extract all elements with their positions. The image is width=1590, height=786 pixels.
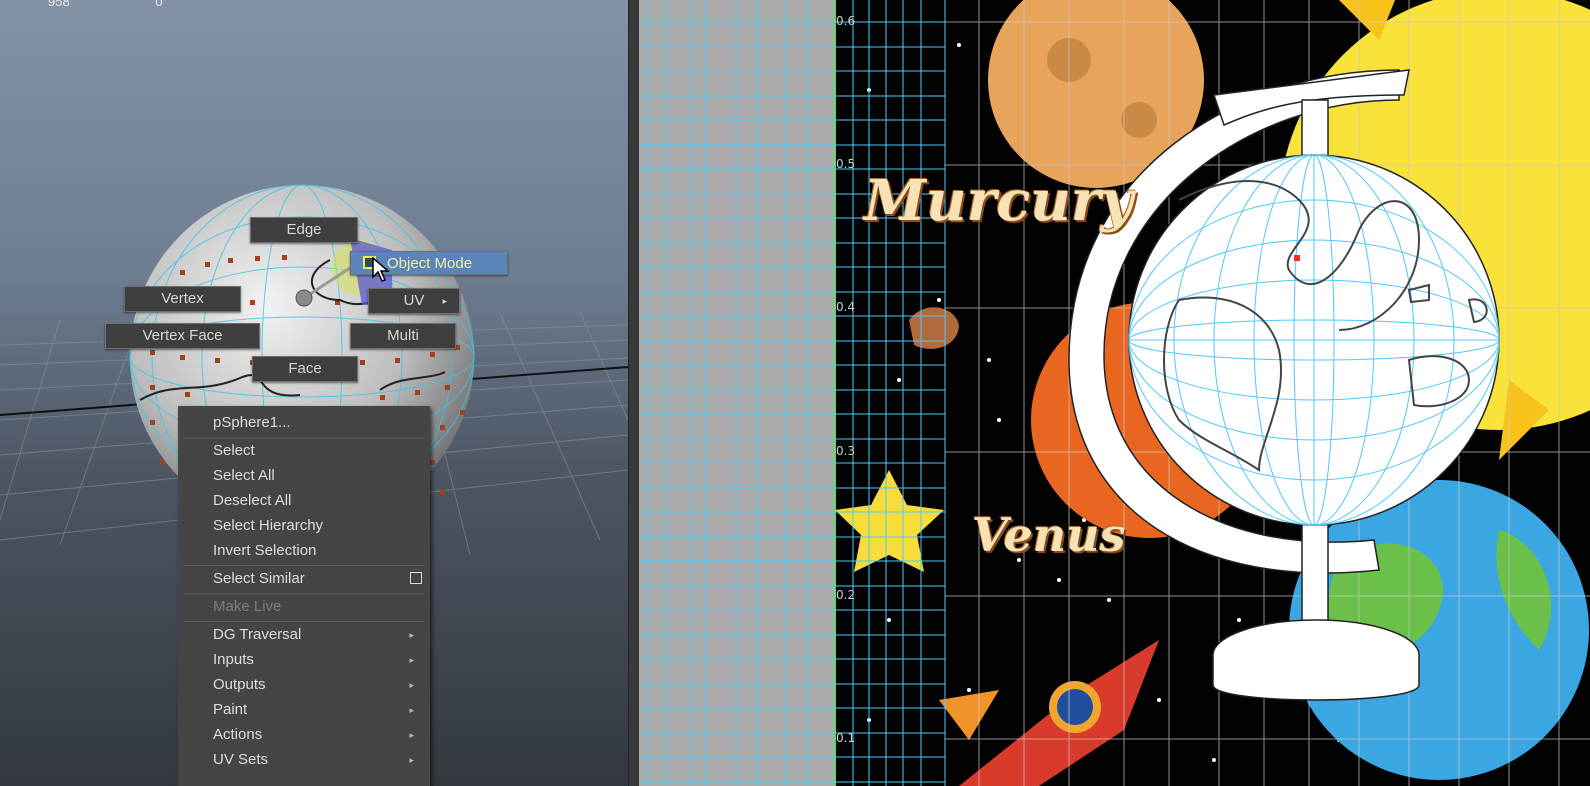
- marking-menu-multi[interactable]: Multi: [350, 323, 456, 349]
- context-menu: pSphere1... Select Select All Deselect A…: [178, 406, 430, 786]
- chevron-right-icon: ▸: [409, 730, 414, 740]
- marking-menu-edge[interactable]: Edge: [250, 217, 358, 243]
- menu-item-inputs-label: Inputs: [213, 651, 254, 668]
- marking-menu-uv[interactable]: UV ▸: [368, 288, 460, 314]
- menu-item-select-similar-label: Select Similar: [213, 570, 305, 587]
- menu-item-invert-selection[interactable]: Invert Selection: [213, 540, 428, 562]
- menu-divider: [184, 621, 424, 622]
- menu-item-paint[interactable]: Paint ▸: [213, 699, 428, 721]
- menu-divider: [184, 565, 424, 566]
- menu-item-outputs[interactable]: Outputs ▸: [213, 674, 428, 696]
- uv-tick-label: 0.2: [836, 588, 856, 602]
- uv-texture-space: [639, 0, 1590, 786]
- arrow-cursor-icon: [372, 257, 391, 282]
- marking-menu-vertex[interactable]: Vertex: [124, 286, 241, 312]
- menu-item-select-all[interactable]: Select All: [213, 465, 428, 487]
- menu-item-inputs[interactable]: Inputs ▸: [213, 649, 428, 671]
- menu-item-uv-sets[interactable]: UV Sets ▸: [213, 749, 428, 771]
- marking-menu-face[interactable]: Face: [252, 356, 358, 382]
- menu-item-dg-traversal-label: DG Traversal: [213, 626, 302, 643]
- menu-item-make-live: Make Live: [213, 598, 282, 615]
- uv-editor-canvas[interactable]: Murcury Venus 0.6 0.5 0.4 0.3 0.2 0.1: [639, 0, 1590, 786]
- perspective-viewport[interactable]: 958 0 Edge Object Mode Vertex UV ▸ Verte…: [0, 0, 628, 786]
- label-venus: Venus: [972, 508, 1126, 562]
- menu-item-outputs-label: Outputs: [213, 676, 266, 693]
- chevron-right-icon: ▸: [409, 655, 414, 665]
- menu-item-dg-traversal[interactable]: DG Traversal ▸: [213, 624, 428, 646]
- chevron-right-icon: ▸: [442, 296, 447, 306]
- menu-item-select[interactable]: Select: [213, 440, 428, 462]
- object-mode-label: Object Mode: [387, 255, 473, 272]
- menu-divider: [184, 593, 424, 594]
- marking-menu-vertex-face[interactable]: Vertex Face: [105, 323, 260, 349]
- marking-menu-uv-label: UV: [403, 292, 425, 309]
- chevron-right-icon: ▸: [409, 680, 414, 690]
- uv-tick-label: 0.5: [836, 157, 856, 171]
- menu-item-actions-label: Actions: [213, 726, 263, 743]
- option-box-icon[interactable]: [410, 572, 422, 584]
- uv-tick-label: 0.3: [836, 444, 856, 458]
- label-mercury: Murcury: [864, 168, 1134, 234]
- menu-item-paint-label: Paint: [213, 701, 248, 718]
- chevron-right-icon: ▸: [409, 755, 414, 765]
- menu-title[interactable]: pSphere1...: [213, 412, 428, 434]
- uv-tick-label: 0.6: [836, 14, 856, 28]
- uv-tick-label: 0.1: [836, 731, 856, 745]
- chevron-right-icon: ▸: [409, 705, 414, 715]
- menu-item-select-hierarchy[interactable]: Select Hierarchy: [213, 515, 428, 537]
- menu-item-deselect-all[interactable]: Deselect All: [213, 490, 428, 512]
- chevron-right-icon: ▸: [409, 630, 414, 640]
- uv-tick-label: 0.4: [836, 300, 856, 314]
- marking-menu-origin: [295, 289, 313, 307]
- menu-divider: [184, 438, 424, 439]
- menu-item-uv-sets-label: UV Sets: [213, 751, 269, 768]
- menu-item-actions[interactable]: Actions ▸: [213, 724, 428, 746]
- menu-item-select-similar[interactable]: Select Similar: [213, 568, 428, 590]
- selected-uv-point: [1294, 255, 1300, 261]
